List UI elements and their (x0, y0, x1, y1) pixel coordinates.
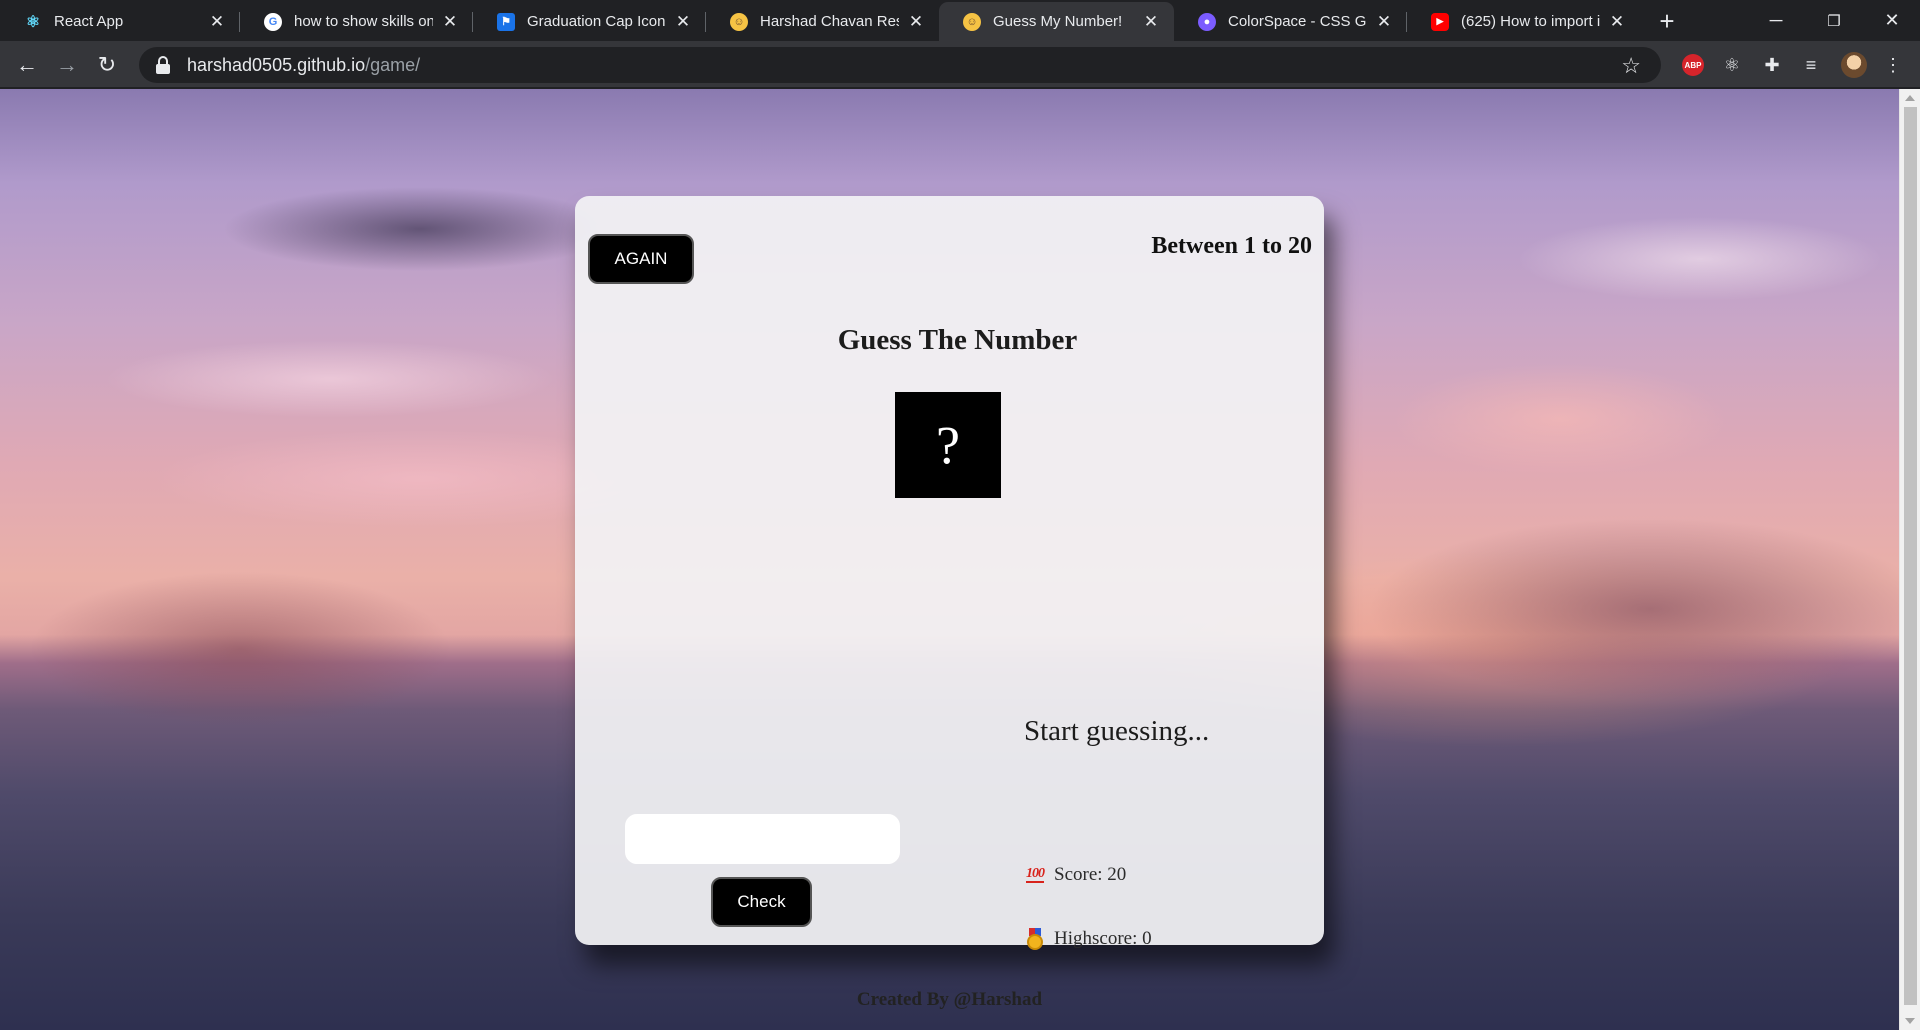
tab-react-app[interactable]: ⚛ React App ✕ (0, 2, 240, 41)
menu-icon[interactable]: ⋮ (1882, 54, 1904, 76)
tab-title: Guess My Number! (993, 13, 1123, 30)
game-card: AGAIN Between 1 to 20 Guess The Number ?… (575, 196, 1324, 1010)
close-window-button[interactable]: ✕ (1864, 0, 1920, 41)
range-label: Between 1 to 20 (1151, 233, 1312, 259)
url-host: harshad0505.github.io (187, 54, 366, 75)
planet-icon: ● (1198, 12, 1216, 31)
close-icon[interactable]: ✕ (1375, 12, 1393, 31)
forward-button[interactable]: → (51, 49, 83, 81)
close-icon[interactable]: ✕ (1608, 12, 1626, 31)
tab-resume[interactable]: ☺ Harshad Chavan Resum ✕ (706, 2, 939, 41)
page-background: AGAIN Between 1 to 20 Guess The Number ?… (0, 89, 1899, 1030)
tab-google-search[interactable]: G how to show skills on w ✕ (240, 2, 473, 41)
tab-colorspace[interactable]: ● ColorSpace - CSS Grad ✕ (1174, 2, 1407, 41)
close-icon[interactable]: ✕ (907, 12, 925, 31)
new-tab-button[interactable]: + (1651, 6, 1683, 36)
page-scrollbar[interactable] (1899, 89, 1920, 1030)
score-label: Score: 20 (1054, 864, 1127, 885)
scroll-up-arrow-icon[interactable] (1905, 95, 1915, 101)
media-icon[interactable]: ≡ (1800, 54, 1822, 76)
tab-title: (625) How to import im (1461, 13, 1600, 30)
profile-avatar[interactable] (1841, 52, 1867, 78)
tab-youtube[interactable]: ▶ (625) How to import im ✕ (1407, 2, 1640, 41)
close-icon[interactable]: ✕ (208, 12, 226, 31)
scrollbar-thumb[interactable] (1904, 107, 1917, 1005)
restore-button[interactable]: ❐ (1806, 0, 1862, 41)
guess-input[interactable] (625, 814, 900, 864)
highscore-row: Highscore: 0 (1024, 928, 1152, 950)
react-devtools-icon[interactable]: ⚛ (1721, 54, 1743, 76)
abp-icon[interactable]: ABP (1682, 54, 1704, 76)
emoji-face-icon: ☺ (963, 12, 981, 31)
tab-title: ColorSpace - CSS Grad (1228, 13, 1367, 30)
status-message: Start guessing... (1024, 715, 1210, 747)
check-button[interactable]: Check (711, 877, 812, 927)
close-icon[interactable]: ✕ (1142, 12, 1160, 31)
hundred-glyph: 100 (1026, 866, 1045, 883)
lock-icon[interactable] (155, 56, 171, 74)
tab-title: how to show skills on w (294, 13, 433, 30)
tab-title: Harshad Chavan Resum (760, 13, 899, 30)
tab-title: Graduation Cap Icon | F (527, 13, 666, 30)
address-bar[interactable]: harshad0505.github.io/game/ ☆ (139, 47, 1661, 83)
page-title: Guess The Number (837, 324, 1078, 356)
reload-button[interactable]: ↻ (91, 49, 123, 81)
highscore-label: Highscore: 0 (1054, 928, 1152, 949)
tab-title: React App (54, 13, 124, 30)
tab-strip: ⚛ React App ✕ G how to show skills on w … (0, 0, 1920, 41)
medal-icon (1024, 928, 1046, 950)
credit-footer: Created By @Harshad (856, 989, 1043, 1010)
close-icon[interactable]: ✕ (441, 12, 459, 31)
flag-icon: ⚑ (497, 12, 515, 31)
react-icon: ⚛ (25, 13, 41, 31)
url-path: /game/ (365, 54, 421, 75)
tab-guess-my-number[interactable]: ☺ Guess My Number! ✕ (939, 2, 1174, 41)
close-icon[interactable]: ✕ (674, 12, 692, 31)
minimize-button[interactable]: ─ (1748, 0, 1804, 41)
scroll-down-arrow-icon[interactable] (1905, 1018, 1915, 1024)
puzzle-icon[interactable]: ✚ (1761, 54, 1783, 76)
tab-graduation-cap[interactable]: ⚑ Graduation Cap Icon | F ✕ (473, 2, 706, 41)
back-button[interactable]: ← (11, 49, 43, 81)
google-icon: G (264, 12, 282, 31)
bookmark-star-icon[interactable]: ☆ (1621, 53, 1641, 79)
emoji-face-icon: ☺ (730, 12, 748, 31)
youtube-icon: ▶ (1431, 12, 1449, 31)
score-row: 100 Score: 20 (1024, 864, 1126, 886)
secret-number-box: ? (895, 392, 1001, 498)
again-button[interactable]: AGAIN (588, 234, 694, 284)
hundred-points-icon: 100 (1024, 864, 1046, 886)
browser-toolbar: ← → ↻ harshad0505.github.io/game/ ☆ ABP … (0, 41, 1920, 88)
